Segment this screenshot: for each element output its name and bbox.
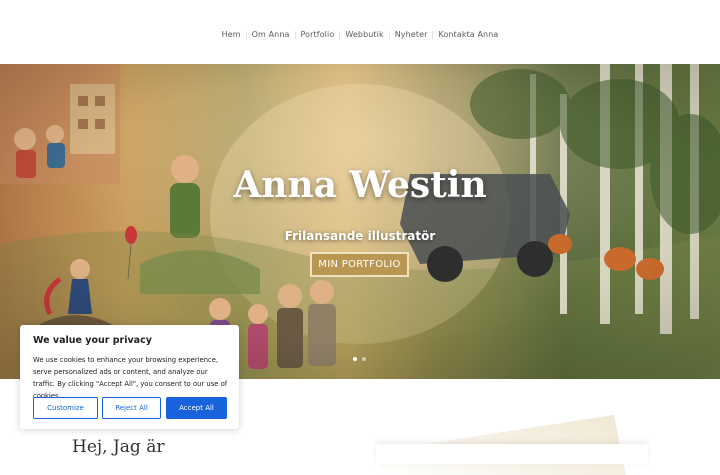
cookie-consent-banner: We value your privacy We use cookies to … [20,325,239,429]
hero-subtitle: Frilansande illustratör [284,229,436,243]
nav-item-om-anna[interactable]: Om Anna [247,29,295,41]
accept-all-button[interactable]: Accept All [166,397,227,419]
nav-item-kontakta-anna[interactable]: Kontakta Anna [433,29,503,41]
nav-item-portfolio[interactable]: Portfolio [296,29,340,41]
portfolio-button[interactable]: MIN PORTFOLIO [310,252,409,277]
nav-item-hem[interactable]: Hem [217,29,246,41]
intro-heading: Hej, Jag är [72,437,165,457]
slider-dot-2[interactable] [362,357,366,361]
cookie-description: We use cookies to enhance your browsing … [33,356,228,400]
content-card [376,444,648,464]
nav-item-nyheter[interactable]: Nyheter [390,29,433,41]
top-bar: Hem Om Anna Portfolio Webbutik Nyheter K… [0,0,720,64]
customize-button[interactable]: Customize [33,397,98,419]
slider-dots [353,357,366,361]
main-nav: Hem Om Anna Portfolio Webbutik Nyheter K… [0,29,720,41]
hero-title: Anna Westin [233,164,487,206]
reject-all-button[interactable]: Reject All [102,397,161,419]
slider-dot-1[interactable] [353,357,357,361]
nav-item-webbutik[interactable]: Webbutik [340,29,388,41]
cookie-title: We value your privacy [33,335,152,346]
